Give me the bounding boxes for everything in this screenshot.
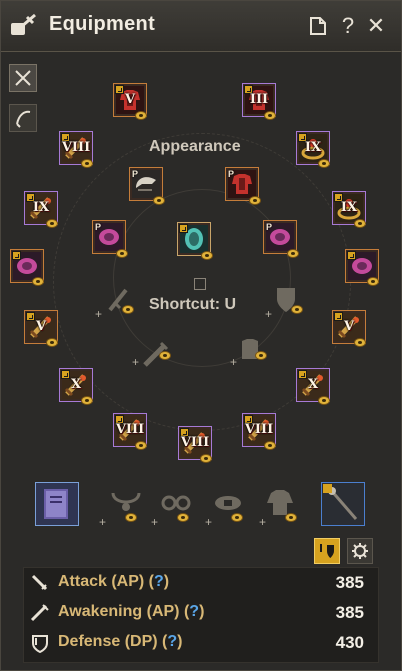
shortcut-label: Shortcut: U [149, 296, 237, 313]
slot-coin-icon [81, 396, 93, 405]
enhancement-grade: V [343, 319, 355, 334]
attack-help-icon[interactable]: ? [154, 573, 164, 590]
enhancement-grade: V [35, 319, 47, 334]
life-gear-tab-button[interactable] [9, 104, 37, 132]
book-slot[interactable] [35, 482, 79, 526]
awakening-help-icon[interactable]: ? [189, 603, 199, 620]
gear-icon [352, 543, 368, 559]
earring-ghost-icon [161, 495, 191, 511]
attack-value: 385 [335, 573, 364, 592]
slot-coin-icon [135, 441, 147, 450]
pearl-label: P [95, 222, 102, 232]
slot-coin-icon [264, 441, 276, 450]
stat-row-defense: Defense (DP) (?) 430 [24, 630, 380, 656]
appearance-label: Appearance [149, 138, 241, 155]
slot-coin-icon [153, 196, 165, 205]
plus-icon: + [230, 355, 238, 369]
pearl-label: P [228, 169, 235, 179]
plus-icon: + [132, 355, 140, 369]
awakening-icon [30, 604, 49, 622]
awakening-value: 385 [335, 603, 364, 622]
close-button[interactable]: ✕ [364, 13, 388, 38]
slot-coin-icon [285, 513, 297, 522]
slot-coin-icon [135, 111, 147, 120]
slot-coin-icon [159, 351, 171, 360]
pin-tag-icon [347, 251, 356, 260]
pin-tag-icon [179, 224, 188, 233]
stat-row-attack: Attack (AP) (?) 385 [24, 570, 380, 596]
necklace-ghost-icon [111, 492, 141, 511]
plus-icon: + [205, 515, 213, 529]
plus-icon: + [265, 307, 273, 321]
enhancement-grade: X [307, 377, 319, 392]
book-icon [44, 489, 68, 519]
slot-coin-icon [318, 396, 330, 405]
slot-coin-icon [291, 305, 303, 314]
tool-slot[interactable] [321, 482, 365, 526]
slot-coin-icon [354, 219, 366, 228]
belt-ghost-icon [215, 496, 241, 510]
sickle-icon [16, 110, 31, 128]
slot-coin-icon [200, 454, 212, 463]
enhancement-grade: VIII [115, 422, 145, 437]
stat-row-awakening: Awakening (AP) (?) 385 [24, 600, 380, 626]
staff-icon [323, 484, 358, 520]
slot-coin-icon [264, 111, 276, 120]
slot-coin-icon [177, 513, 189, 522]
pearl-label: P [132, 169, 139, 179]
enhancement-grade: IX [304, 140, 322, 155]
center-checkbox[interactable] [194, 278, 206, 290]
sword-shield-icon [320, 544, 334, 558]
window-title: Equipment [49, 13, 156, 35]
slot-coin-icon [231, 513, 243, 522]
defense-label: Defense (DP) (?) [58, 633, 183, 650]
slot-coin-icon [318, 159, 330, 168]
equipment-window: Equipment ? ✕ Appearance Shortcut: U V II… [0, 0, 402, 671]
slot-coin-icon [255, 351, 267, 360]
crossed-swords-icon [15, 70, 31, 86]
slot-coin-icon [201, 251, 213, 260]
enhancement-grade: VIII [244, 422, 274, 437]
pearl-label: P [266, 222, 273, 232]
stats-panel: Attack (AP) (?) 385 Awakening (AP) (?) 3… [23, 567, 379, 663]
defense-value: 430 [335, 633, 364, 652]
plus-icon: + [99, 515, 107, 529]
settings-button[interactable] [347, 538, 373, 564]
enhancement-grade: VIII [180, 435, 210, 450]
equipment-title-icon [11, 13, 36, 35]
slot-coin-icon [354, 338, 366, 347]
defense-help-icon[interactable]: ? [167, 633, 177, 650]
slot-coin-icon [81, 159, 93, 168]
enhancement-grade: VIII [61, 140, 91, 155]
enhancement-grade: IX [340, 200, 358, 215]
slot-coin-icon [125, 513, 137, 522]
sword-icon [31, 574, 48, 591]
awakening-label: Awakening (AP) (?) [58, 603, 205, 620]
slot-coin-icon [116, 249, 128, 258]
attack-label: Attack (AP) (?) [58, 573, 170, 590]
pin-tag-icon [12, 251, 21, 260]
gear-tab-button[interactable] [9, 64, 37, 92]
plus-icon: + [95, 307, 103, 321]
slot-coin-icon [46, 338, 58, 347]
slot-coin-icon [249, 196, 261, 205]
slot-coin-icon [287, 249, 299, 258]
slot-coin-icon [46, 219, 58, 228]
enhancement-grade: V [124, 92, 136, 107]
slot-coin-icon [367, 277, 379, 286]
help-button[interactable]: ? [336, 13, 360, 38]
document-icon[interactable] [306, 14, 330, 38]
slot-coin-icon [122, 305, 134, 314]
enhancement-grade: X [70, 377, 82, 392]
plus-icon: + [259, 515, 267, 529]
title-bar[interactable]: Equipment ? ✕ [1, 1, 401, 52]
slot-coin-icon [32, 277, 44, 286]
gear-toggle-button[interactable] [314, 538, 340, 564]
enhancement-grade: IX [32, 200, 50, 215]
enhancement-grade: III [249, 92, 269, 107]
plus-icon: + [151, 515, 159, 529]
shield-icon [32, 635, 48, 653]
